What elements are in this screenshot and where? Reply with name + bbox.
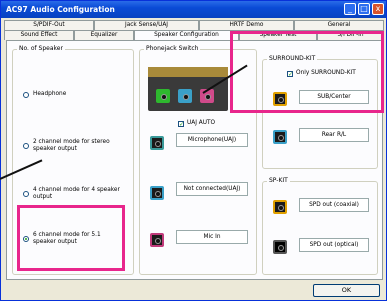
- jack-icon-spd-coaxial: [273, 200, 287, 214]
- minimize-button[interactable]: _: [344, 3, 356, 15]
- tab-row-back: S/PDIF-Out Jack Sense/UAJ HRTF Demo Gene…: [4, 20, 384, 30]
- field-sub-center[interactable]: SUB/Center: [299, 90, 369, 104]
- radio-6-channel[interactable]: [23, 236, 29, 242]
- jack-icon-rear: [273, 130, 287, 144]
- radio-2-channel[interactable]: [23, 143, 29, 149]
- surround-kit-group: SURROUND-KIT ✓ Only SURROUND-KIT SUB/Cen…: [262, 55, 378, 169]
- jack-icon-spd-optical: [273, 240, 287, 254]
- label-6-channel: 6 channel mode for 5.1 speaker output: [33, 232, 101, 245]
- title-bar: AC97 Audio Configuration: [1, 1, 386, 18]
- tab-equalizer[interactable]: Equalizer: [74, 30, 134, 40]
- connector-image: [148, 67, 228, 111]
- jack-field-mic-in[interactable]: Mic In: [176, 230, 248, 244]
- tab-row-front: Sound Effect Equalizer Speaker Configura…: [4, 30, 384, 41]
- connector-green-jack: [156, 89, 170, 103]
- jack-field-microphone[interactable]: Microphone(UAJ): [176, 133, 248, 147]
- radio-4-channel[interactable]: [23, 191, 29, 197]
- radio-headphone[interactable]: [23, 92, 29, 98]
- tab-spdif-in[interactable]: S/PDIF-In: [317, 30, 384, 40]
- label-headphone: Headphone: [33, 91, 67, 97]
- audio-config-window: AC97 Audio Configuration _ □ x S/PDIF-Ou…: [0, 0, 387, 301]
- close-button[interactable]: x: [372, 3, 384, 15]
- tab-general[interactable]: General: [294, 20, 384, 30]
- label-2-channel: 2 channel mode for stereo speaker output: [33, 139, 110, 152]
- uaj-auto-label: UAJ AUTO: [187, 120, 216, 126]
- only-surround-label: Only SURROUND-KIT: [296, 70, 356, 76]
- jack-icon-sub-center: [273, 92, 287, 106]
- connector-top-bar: [148, 67, 228, 77]
- field-rear[interactable]: Rear R/L: [299, 128, 369, 142]
- maximize-button[interactable]: □: [358, 3, 370, 15]
- speaker-config-panel: No. of Speaker Headphone 2 channel mode …: [6, 40, 383, 280]
- field-spd-coaxial[interactable]: SPD out (coaxial): [299, 198, 369, 212]
- surround-kit-title: SURROUND-KIT: [267, 55, 318, 62]
- tab-hrtf-demo[interactable]: HRTF Demo: [199, 20, 294, 30]
- phonejack-group: Phonejack Switch ✓ UAJ AUTO Microphone(U…: [139, 45, 257, 275]
- tab-speaker-test[interactable]: Speaker Test: [239, 30, 317, 40]
- speaker-count-group-title: No. of Speaker: [17, 45, 65, 52]
- uaj-auto-checkbox[interactable]: ✓: [178, 121, 184, 128]
- jack-icon-mic-in: [150, 233, 164, 247]
- speaker-count-group: No. of Speaker Headphone 2 channel mode …: [12, 45, 134, 275]
- field-spd-optical[interactable]: SPD out (optical): [299, 238, 369, 252]
- only-surround-checkbox[interactable]: ✓: [287, 71, 293, 78]
- connector-blue-jack: [178, 89, 192, 103]
- tab-sound-effect[interactable]: Sound Effect: [4, 30, 74, 40]
- jack-icon-microphone: [150, 136, 164, 150]
- jack-icon-not-connected: [150, 186, 164, 200]
- jack-field-not-connected[interactable]: Not connected(UAJ): [176, 182, 248, 196]
- sp-kit-title: SP-KIT: [267, 177, 290, 184]
- sp-kit-group: SP-KIT SPD out (coaxial) SPD out (optica…: [262, 177, 378, 275]
- ok-button[interactable]: OK: [313, 284, 380, 297]
- tab-jack-sense[interactable]: Jack Sense/UAJ: [94, 20, 199, 30]
- phonejack-group-title: Phonejack Switch: [144, 45, 201, 52]
- label-4-channel: 4 channel mode for 4 speaker output: [33, 187, 120, 200]
- tab-spdif-out[interactable]: S/PDIF-Out: [4, 20, 94, 30]
- window-title: AC97 Audio Configuration: [6, 5, 115, 14]
